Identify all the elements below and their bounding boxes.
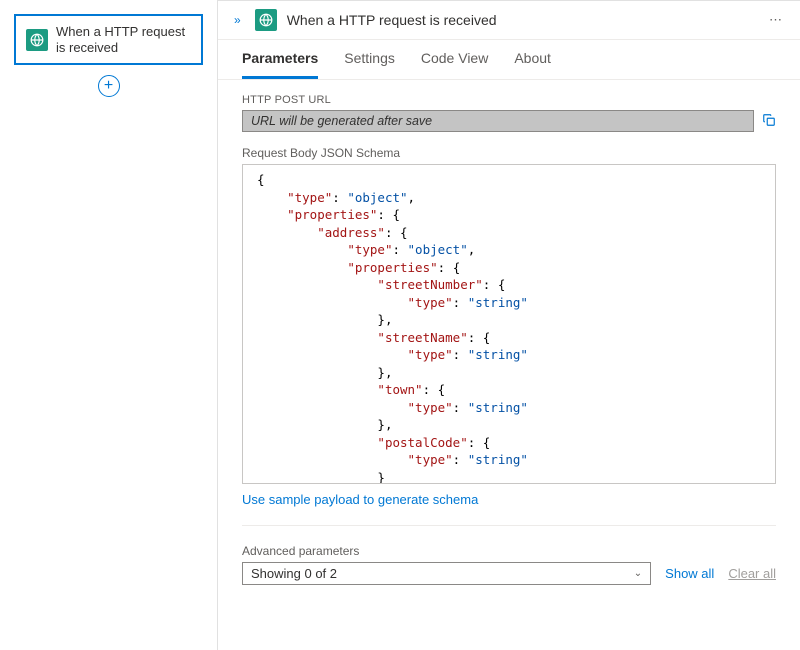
panel-header: » When a HTTP request is received ⋯ [218,1,800,40]
clear-all-link[interactable]: Clear all [728,566,776,581]
parameters-content: HTTP POST URL URL will be generated afte… [218,80,800,650]
tabs: Parameters Settings Code View About [218,40,800,80]
trigger-card[interactable]: When a HTTP request is received [14,14,203,65]
show-all-link[interactable]: Show all [665,566,714,581]
copy-icon [762,113,776,127]
tab-parameters[interactable]: Parameters [242,50,318,79]
panel-title: When a HTTP request is received [287,12,497,28]
collapse-panel-button[interactable]: » [230,11,245,29]
chevron-double-right-icon: » [234,13,241,27]
http-globe-icon [255,9,277,31]
plus-icon: + [104,77,113,95]
http-globe-icon [26,29,48,51]
tab-settings[interactable]: Settings [344,50,395,79]
tab-code-view[interactable]: Code View [421,50,488,79]
more-horizontal-icon: ⋯ [769,12,782,27]
designer-canvas: When a HTTP request is received + [0,0,218,650]
schema-label: Request Body JSON Schema [242,146,776,160]
schema-editor[interactable]: { "type": "object", "properties": { "add… [242,164,776,484]
advanced-parameters-label: Advanced parameters [242,544,776,558]
add-step-button[interactable]: + [98,75,120,97]
advanced-parameters-selected: Showing 0 of 2 [251,566,337,581]
advanced-parameters-select[interactable]: Showing 0 of 2 ⌄ [242,562,651,585]
details-panel: » When a HTTP request is received ⋯ Para… [218,0,800,650]
tab-about[interactable]: About [514,50,551,79]
use-sample-payload-link[interactable]: Use sample payload to generate schema [242,492,478,507]
section-divider [242,525,776,526]
chevron-down-icon: ⌄ [634,568,642,579]
copy-url-button[interactable] [762,113,776,130]
http-post-url-label: HTTP POST URL [242,94,776,106]
trigger-card-title: When a HTTP request is received [56,24,191,55]
http-post-url-field: URL will be generated after save [242,110,754,132]
more-options-button[interactable]: ⋯ [763,10,788,30]
